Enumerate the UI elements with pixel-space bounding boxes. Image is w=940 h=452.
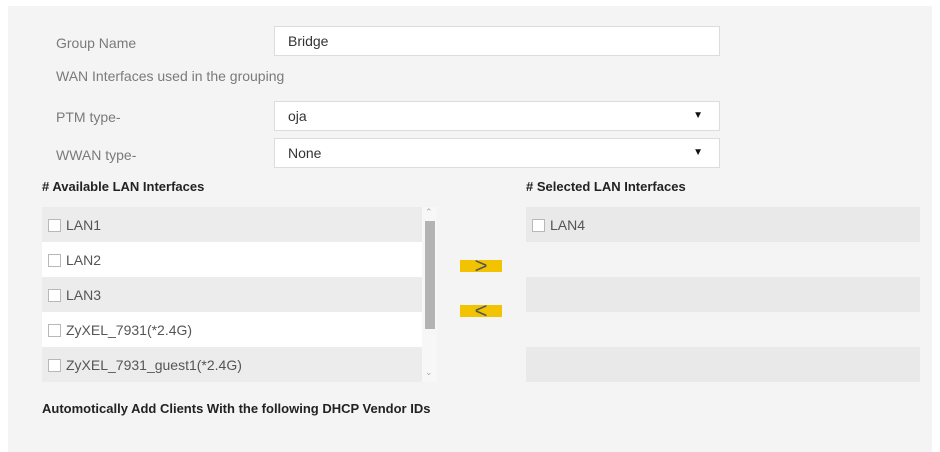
list-item[interactable]: LAN2	[42, 242, 422, 277]
remove-from-selected-button[interactable]: <	[460, 300, 502, 322]
list-item-label: ZyXEL_7931(*2.4G)	[66, 321, 193, 338]
group-name-value: Bridge	[288, 33, 329, 49]
selected-lan-list[interactable]: LAN4	[526, 207, 920, 242]
available-lan-list[interactable]: LAN1 LAN2 LAN3 ZyXEL_7931(*2.4G) ZyXEL_7…	[42, 207, 437, 382]
scroll-thumb[interactable]	[425, 221, 435, 329]
group-name-label: Group Name	[56, 35, 137, 51]
scroll-up-icon[interactable]: ⌃	[425, 207, 433, 218]
chevron-down-icon: ▼	[693, 110, 703, 121]
list-item[interactable]: LAN1	[42, 207, 422, 242]
selected-empty-row	[526, 277, 920, 312]
selected-lan-title: # Selected LAN Interfaces	[526, 179, 686, 194]
list-item-label: LAN2	[66, 251, 102, 268]
group-name-input[interactable]: Bridge	[274, 26, 720, 56]
chevron-left-icon: <	[474, 298, 488, 323]
checkbox[interactable]	[48, 358, 61, 372]
available-lan-title: # Available LAN Interfaces	[42, 179, 205, 194]
list-item[interactable]: ZyXEL_7931_guest1(*2.4G)	[42, 347, 422, 382]
wwan-type-label: WWAN type-	[56, 147, 137, 163]
checkbox[interactable]	[48, 253, 61, 267]
list-item-label: LAN1	[66, 216, 102, 233]
ptm-type-value: oja	[288, 108, 307, 124]
checkbox[interactable]	[48, 218, 61, 232]
list-item-label: LAN4	[550, 216, 586, 233]
selected-empty-row	[526, 347, 920, 382]
checkbox[interactable]	[48, 288, 61, 302]
list-item-label: ZyXEL_7931_guest1(*2.4G)	[66, 356, 242, 373]
list-item[interactable]: ZyXEL_7931(*2.4G)	[42, 312, 422, 347]
checkbox[interactable]	[532, 218, 545, 232]
ptm-type-label: PTM type-	[56, 109, 121, 125]
wan-interfaces-heading: WAN Interfaces used in the grouping	[56, 68, 285, 84]
add-to-selected-button[interactable]: >	[460, 255, 502, 277]
ptm-type-select[interactable]: oja ▼	[274, 101, 720, 131]
checkbox[interactable]	[48, 323, 61, 337]
wwan-type-select[interactable]: None ▼	[274, 138, 720, 168]
list-item[interactable]: LAN4	[526, 207, 920, 243]
list-item[interactable]: LAN3	[42, 277, 422, 312]
list-item-label: LAN3	[66, 286, 102, 303]
wwan-type-value: None	[288, 145, 322, 161]
scroll-down-icon[interactable]: ⌄	[425, 367, 433, 378]
chevron-down-icon: ▼	[693, 147, 703, 158]
chevron-right-icon: >	[474, 253, 488, 278]
list-scrollbar[interactable]: ⌃ ⌄	[422, 207, 437, 382]
dhcp-vendor-heading: Automotically Add Clients With the follo…	[42, 401, 431, 416]
